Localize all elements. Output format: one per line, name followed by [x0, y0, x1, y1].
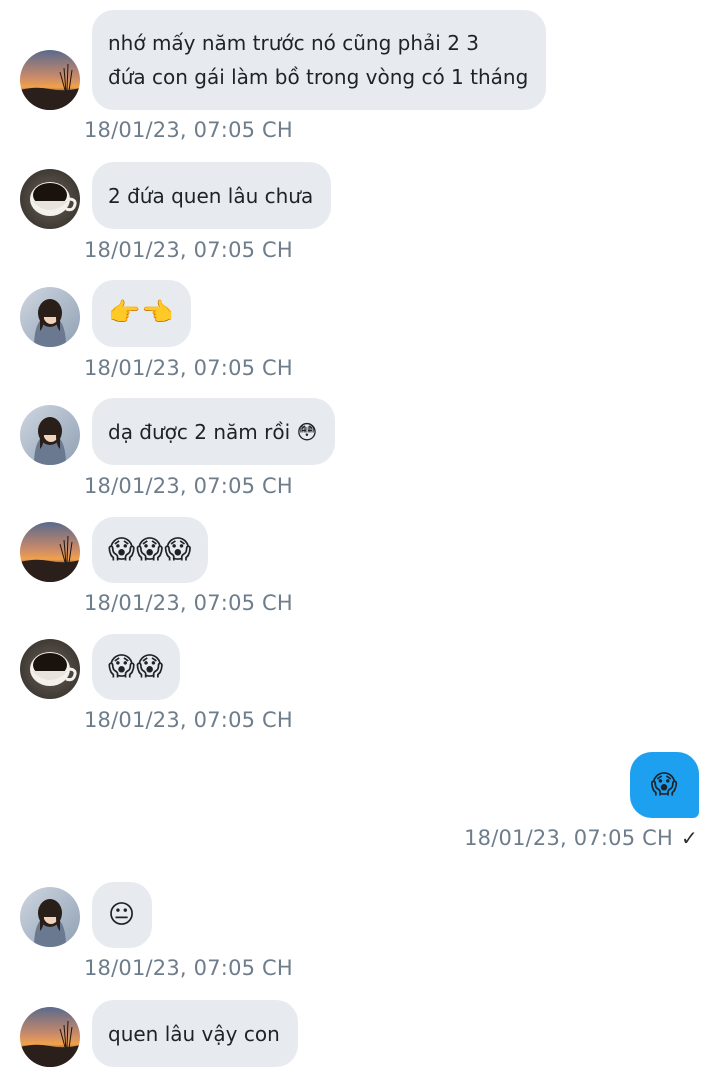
message-bubble[interactable]: 👉👈	[92, 280, 191, 347]
message-timestamp: 18/01/23, 07:05 CH	[84, 356, 293, 380]
sunset-avatar[interactable]	[20, 1007, 80, 1067]
message-emoji: 👉👈	[108, 298, 175, 328]
message-timestamp: 18/01/23, 07:05 CH	[464, 826, 674, 850]
message-emoji: 😱😱😱	[108, 535, 193, 565]
outgoing-message-bubble[interactable]: 😱	[630, 752, 699, 818]
coffee-cup-icon	[20, 169, 80, 229]
message-text: dạ được 2 năm rồi 😳	[108, 420, 318, 444]
coffee-cup-icon	[20, 639, 80, 699]
message-text: quen lâu vậy con	[108, 1022, 280, 1046]
message-timestamp: 18/01/23, 07:05 CH	[84, 591, 293, 615]
message-timestamp: 18/01/23, 07:05 CH	[84, 708, 293, 732]
message-timestamp: 18/01/23, 07:05 CH	[84, 474, 293, 498]
girl-portrait-icon	[20, 287, 80, 347]
message-bubble[interactable]: 2 đứa quen lâu chưa	[92, 162, 332, 229]
message-emoji: 😐	[108, 900, 137, 930]
girl-avatar[interactable]	[20, 887, 80, 947]
girl-avatar[interactable]	[20, 287, 80, 347]
sunset-field-icon	[20, 50, 80, 110]
message-bubble[interactable]: quen lâu vậy con	[92, 1000, 298, 1067]
sunset-field-icon	[20, 1007, 80, 1067]
message-timestamp: 18/01/23, 07:05 CH	[84, 238, 293, 262]
coffee-avatar[interactable]	[20, 639, 80, 699]
message-text: đứa con gái làm bồ trong vòng có 1 tháng	[108, 65, 529, 89]
girl-portrait-icon	[20, 887, 80, 947]
coffee-avatar[interactable]	[20, 169, 80, 229]
message-bubble[interactable]: 😱😱😱	[92, 517, 209, 583]
message-text: nhớ mấy năm trước nó cũng phải 2 3	[108, 31, 479, 55]
girl-portrait-icon	[20, 405, 80, 465]
girl-avatar[interactable]	[20, 405, 80, 465]
message-text: 2 đứa quen lâu chưa	[108, 184, 314, 208]
sunset-avatar[interactable]	[20, 50, 80, 110]
message-timestamp: 18/01/23, 07:05 CH	[84, 118, 293, 142]
message-timestamp: 18/01/23, 07:05 CH	[84, 956, 293, 980]
message-timestamp-outgoing: 18/01/23, 07:05 CH ✓	[464, 826, 698, 850]
sunset-avatar[interactable]	[20, 522, 80, 582]
message-bubble[interactable]: 😱😱	[92, 634, 181, 700]
message-bubble[interactable]: nhớ mấy năm trước nó cũng phải 2 3 đứa c…	[92, 10, 547, 110]
message-bubble[interactable]: 😐	[92, 882, 153, 948]
message-emoji: 😱	[650, 770, 679, 800]
message-bubble[interactable]: dạ được 2 năm rồi 😳	[92, 398, 336, 465]
sunset-field-icon	[20, 522, 80, 582]
sent-check-icon: ✓	[681, 826, 698, 850]
chat-thread: nhớ mấy năm trước nó cũng phải 2 3 đứa c…	[0, 0, 720, 1078]
message-emoji: 😱😱	[108, 652, 165, 682]
